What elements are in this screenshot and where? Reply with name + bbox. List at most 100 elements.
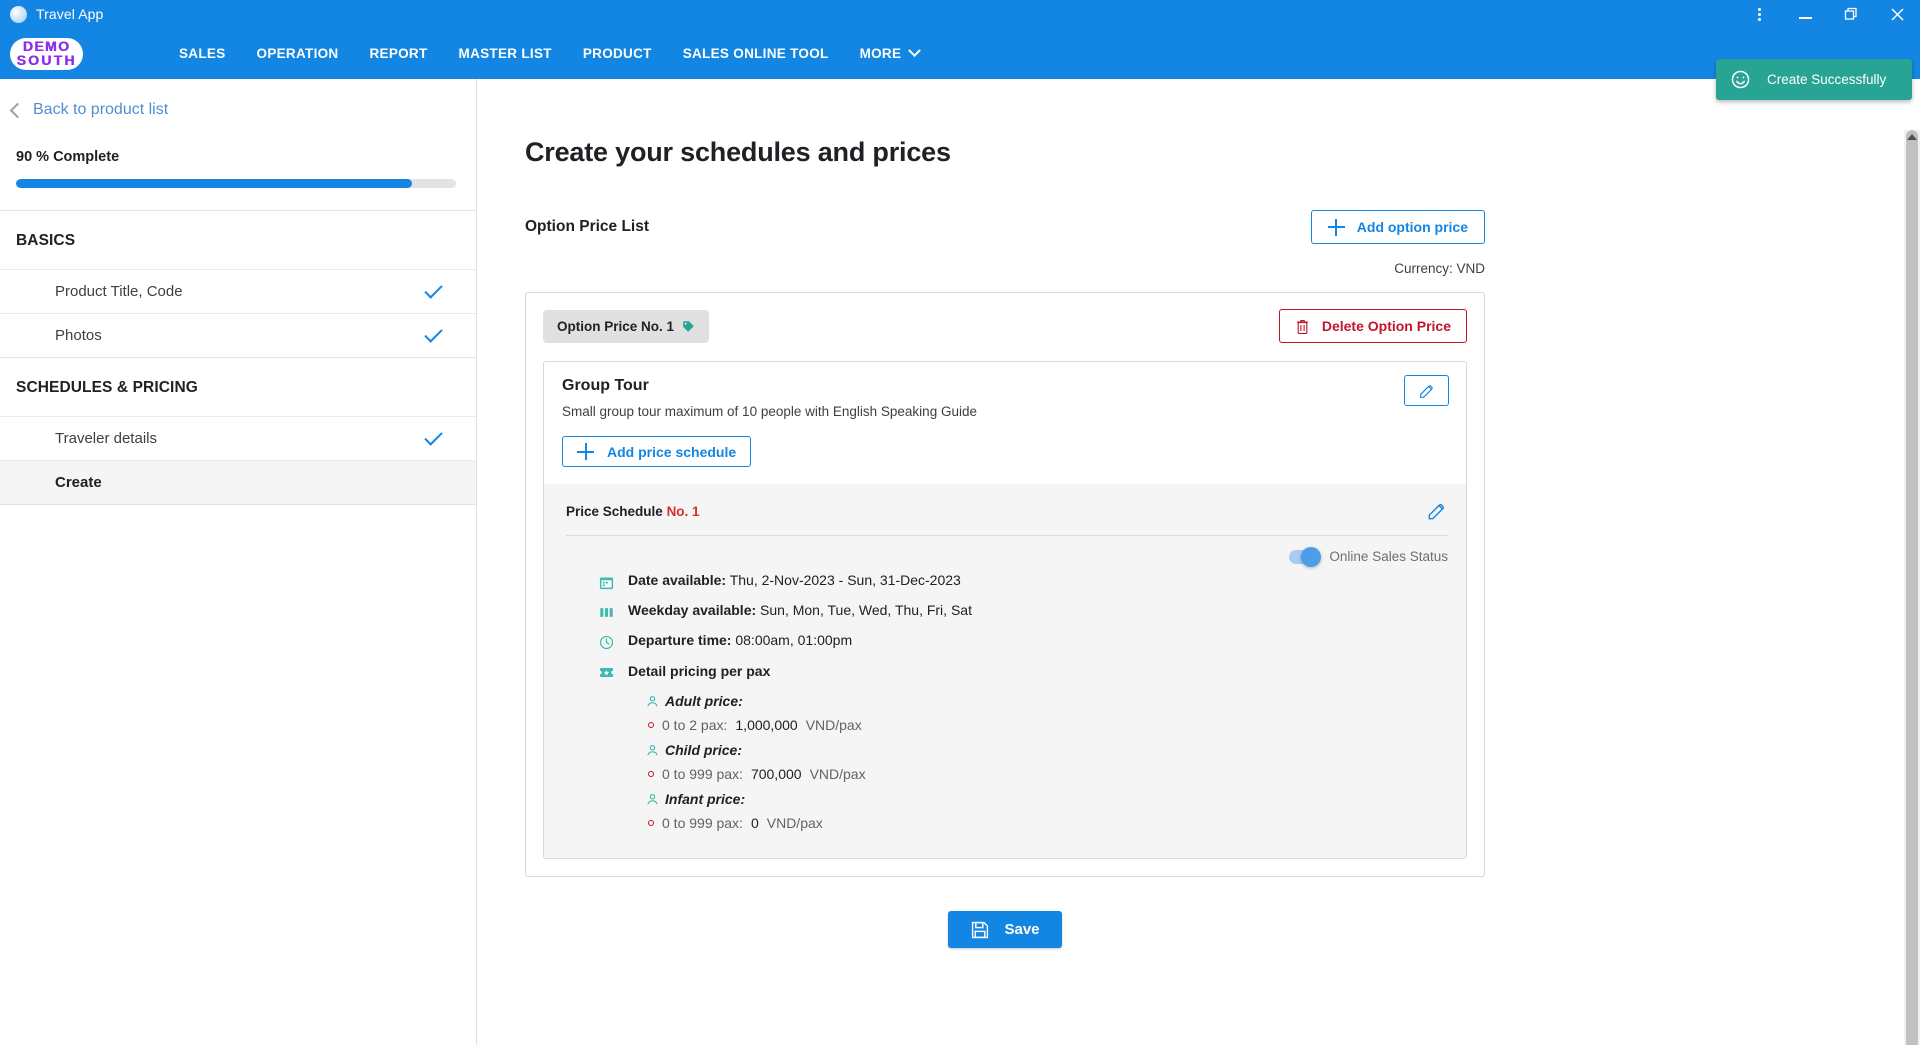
edit-price-schedule-icon[interactable]: [1426, 500, 1448, 522]
price-schedule-title-prefix: Price Schedule: [566, 504, 663, 519]
child-price-label: Child price:: [646, 742, 1448, 758]
progress-bar-fill: [16, 179, 412, 188]
maximize-icon[interactable]: [1828, 0, 1874, 28]
window-titlebar: Travel App: [0, 0, 1920, 28]
toast-notification: Create Successfully: [1716, 59, 1912, 100]
edit-group-tour-button[interactable]: [1404, 375, 1449, 406]
infant-price-tier: 0 to 999 pax: 0 VND/pax: [646, 815, 1448, 831]
group-tour-header: Group Tour Small group tour maximum of 1…: [544, 362, 1466, 484]
sidebar-item-product-title-code[interactable]: Product Title, Code: [0, 269, 476, 313]
infant-tier-range: 0 to 999 pax:: [662, 815, 743, 831]
nav-item-more[interactable]: MORE: [860, 40, 920, 67]
group-tour-box: Group Tour Small group tour maximum of 1…: [543, 361, 1467, 859]
chevron-left-icon: [10, 102, 26, 118]
detail-row-departure-time: Departure time: 08:00am, 01:00pm: [599, 633, 1448, 650]
adult-tier-range: 0 to 2 pax:: [662, 717, 727, 733]
nav-item-product[interactable]: PRODUCT: [583, 40, 652, 67]
online-sales-status-toggle[interactable]: [1289, 550, 1319, 564]
brand-logo-line2: SOUTH: [17, 54, 77, 67]
save-button[interactable]: Save: [948, 911, 1061, 948]
close-icon[interactable]: [1874, 0, 1920, 28]
person-icon: [646, 793, 659, 806]
person-icon: [646, 695, 659, 708]
detail-value: Thu, 2-Nov-2023 - Sun, 31-Dec-2023: [730, 572, 961, 588]
add-price-schedule-button[interactable]: Add price schedule: [562, 436, 751, 467]
sidebar-item-photos[interactable]: Photos: [0, 313, 476, 357]
window-controls: [1736, 0, 1920, 28]
child-tier-range: 0 to 999 pax:: [662, 766, 743, 782]
progress-block: 90 % Complete: [0, 119, 476, 188]
ticket-icon: [599, 665, 614, 680]
group-tour-name: Group Tour: [562, 377, 1449, 395]
columns-icon: [599, 605, 614, 620]
cloud-icon: [10, 6, 27, 23]
nav-item-sales[interactable]: SALES: [179, 40, 226, 67]
nav-item-operation[interactable]: OPERATION: [257, 40, 339, 67]
nav-items: SALES OPERATION REPORT MASTER LIST PRODU…: [179, 40, 919, 67]
plus-icon: [1328, 219, 1345, 236]
price-schedule-header: Price Schedule No. 1: [566, 500, 1448, 535]
option-price-card: Option Price No. 1 Delet: [525, 292, 1485, 877]
nav-item-master-list[interactable]: MASTER LIST: [459, 40, 552, 67]
tag-icon: [682, 320, 695, 333]
option-price-tab-1[interactable]: Option Price No. 1: [543, 310, 709, 343]
bullet-icon: [648, 722, 654, 728]
option-price-card-header: Option Price No. 1 Delet: [543, 309, 1467, 343]
scrollbar-thumb[interactable]: [1906, 130, 1918, 1045]
kebab-menu-icon[interactable]: [1736, 0, 1782, 28]
bullet-icon: [648, 771, 654, 777]
minimize-icon[interactable]: [1782, 0, 1828, 28]
detail-value: Sun, Mon, Tue, Wed, Thu, Fri, Sat: [760, 602, 972, 618]
main-navbar: DEMO SOUTH SALES OPERATION REPORT MASTER…: [0, 28, 1920, 79]
detail-row-text: Weekday available: Sun, Mon, Tue, Wed, T…: [628, 603, 972, 618]
option-price-list-label: Option Price List: [525, 218, 649, 236]
detail-row-text: Departure time: 08:00am, 01:00pm: [628, 633, 852, 648]
nav-item-report[interactable]: REPORT: [369, 40, 427, 67]
sidebar-divider: [0, 504, 476, 505]
sidebar-section-schedules-pricing: SCHEDULES & PRICING: [0, 358, 476, 416]
group-tour-description: Small group tour maximum of 10 people wi…: [562, 404, 1449, 419]
back-link-label: Back to product list: [33, 101, 168, 119]
detail-row-text: Date available: Thu, 2-Nov-2023 - Sun, 3…: [628, 573, 961, 588]
scroll-up-arrow-icon[interactable]: [1907, 134, 1917, 140]
nav-item-more-label: MORE: [860, 46, 902, 61]
back-to-product-list-link[interactable]: Back to product list: [0, 79, 476, 119]
smiley-icon: [1730, 69, 1751, 90]
delete-option-price-button[interactable]: Delete Option Price: [1279, 309, 1467, 343]
sidebar: Back to product list 90 % Complete BASIC…: [0, 79, 477, 1045]
vertical-scrollbar[interactable]: [1904, 130, 1920, 1045]
adult-tier-unit: VND/pax: [806, 717, 862, 733]
infant-price-label-text: Infant price:: [665, 791, 745, 807]
schedule-details: Date available: Thu, 2-Nov-2023 - Sun, 3…: [566, 573, 1448, 831]
brand-logo[interactable]: DEMO SOUTH: [10, 38, 83, 70]
toggle-knob: [1301, 547, 1321, 567]
child-tier-unit: VND/pax: [810, 766, 866, 782]
check-icon: [424, 324, 442, 342]
nav-item-sales-online-tool[interactable]: SALES ONLINE TOOL: [683, 40, 829, 67]
detail-row-weekday-available: Weekday available: Sun, Mon, Tue, Wed, T…: [599, 603, 1448, 620]
person-icon: [646, 744, 659, 757]
sidebar-item-traveler-details[interactable]: Traveler details: [0, 416, 476, 460]
price-schedule-title: Price Schedule No. 1: [566, 504, 700, 519]
detail-label: Date available:: [628, 572, 726, 588]
infant-tier-unit: VND/pax: [767, 815, 823, 831]
detail-label: Weekday available:: [628, 602, 756, 618]
add-option-price-button[interactable]: Add option price: [1311, 210, 1485, 244]
option-price-tab-label: Option Price No. 1: [557, 319, 674, 334]
online-sales-status-row: Online Sales Status: [566, 536, 1448, 573]
page-title: Create your schedules and prices: [525, 137, 1920, 168]
child-price-label-text: Child price:: [665, 742, 742, 758]
floppy-disk-icon: [970, 920, 990, 940]
adult-tier-amount: 1,000,000: [735, 717, 797, 733]
bullet-icon: [648, 820, 654, 826]
plus-icon: [577, 443, 594, 460]
sidebar-item-label: Photos: [55, 327, 102, 344]
detail-label: Departure time:: [628, 632, 731, 648]
sidebar-item-create[interactable]: Create: [0, 460, 476, 504]
add-option-price-label: Add option price: [1357, 219, 1468, 235]
save-button-row: Save: [525, 911, 1485, 948]
currency-label: Currency: VND: [525, 261, 1485, 276]
infant-tier-amount: 0: [751, 815, 759, 831]
progress-bar: [16, 179, 456, 188]
main-content: Create your schedules and prices Option …: [477, 79, 1920, 1045]
